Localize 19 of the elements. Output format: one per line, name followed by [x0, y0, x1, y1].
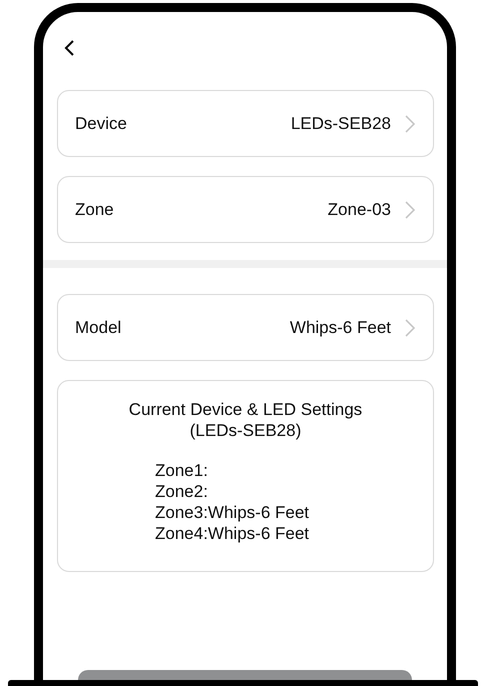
back-icon[interactable]: [64, 40, 74, 56]
settings-title: Current Device & LED Settings: [128, 399, 362, 420]
zone-setting-text: Zone2:: [155, 481, 209, 502]
zone-setting-text: Zone4:Whips-6 Feet: [155, 523, 310, 544]
setting-row[interactable]: Zone Zone-03: [57, 176, 434, 243]
row-label: Model: [75, 316, 122, 339]
zone-setting-text: Zone3:Whips-6 Feet: [155, 502, 310, 523]
row-label: Zone: [75, 198, 114, 221]
settings-subtitle: (LEDs-SEB28): [190, 420, 302, 441]
chevron-right-icon: [405, 114, 415, 132]
zone-setting-text: Zone1:: [155, 460, 209, 481]
row-value: Zone-03: [328, 198, 391, 221]
setting-row[interactable]: Model Whips-6 Feet: [57, 294, 434, 361]
row-label: Device: [75, 112, 127, 135]
row-value: Whips-6 Feet: [290, 316, 391, 339]
setting-row[interactable]: Device LEDs-SEB28: [57, 90, 434, 157]
chevron-right-icon: [405, 200, 415, 218]
row-value: LEDs-SEB28: [290, 112, 391, 135]
chevron-right-icon: [405, 318, 415, 336]
